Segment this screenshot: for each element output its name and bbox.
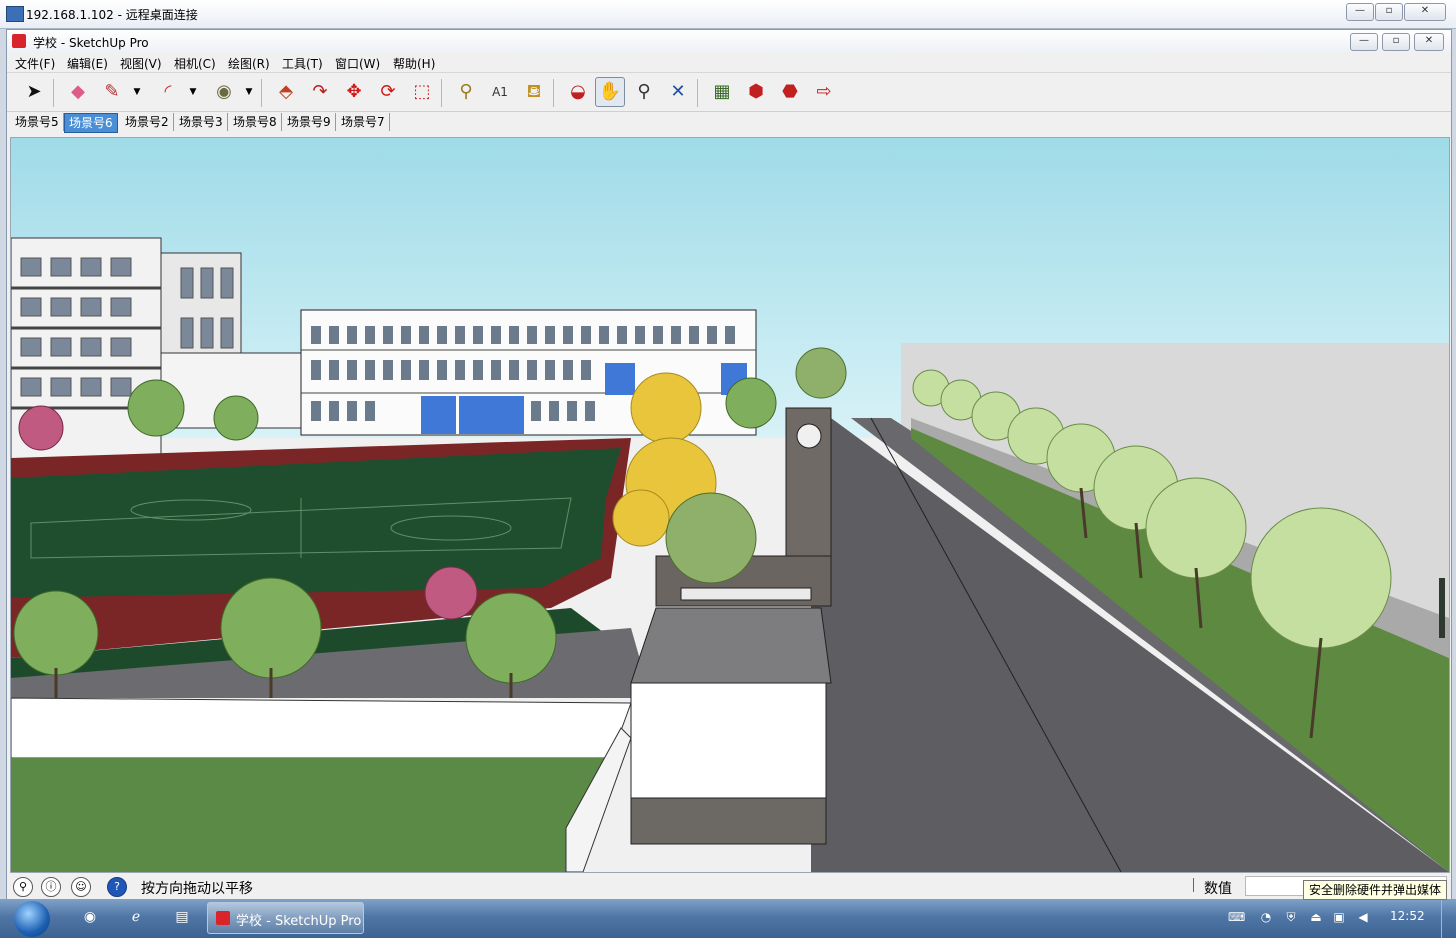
school-model-scene (11, 138, 1449, 872)
orbit-icon[interactable]: ◒ (563, 77, 593, 107)
measurements-label: 数值 (1204, 881, 1232, 897)
warehouse-icon[interactable]: ⬣ (775, 77, 805, 107)
menu-edit[interactable]: 编辑(E) (67, 55, 108, 72)
arc-dropdown-icon[interactable]: ▼ (187, 77, 199, 107)
pencil-dropdown-icon[interactable]: ▼ (131, 77, 143, 107)
scene-tabs: 场景号5 场景号6 场景号2 场景号3 场景号8 场景号9 场景号7 (7, 112, 1451, 134)
menu-view[interactable]: 视图(V) (120, 55, 162, 72)
arc-icon[interactable]: ◜ (153, 77, 183, 107)
tab-scene-7[interactable]: 场景号7 (337, 113, 390, 131)
zoom-extents-icon[interactable]: ✕ (663, 77, 693, 107)
protractor-icon[interactable]: ◉ (209, 77, 239, 107)
rdp-minimize-button[interactable]: — (1346, 3, 1374, 21)
rdp-window-icon (6, 6, 24, 22)
network-activity-icon[interactable]: ◔ (1258, 909, 1274, 925)
menu-bar: 文件(F) 编辑(E) 视图(V) 相机(C) 绘图(R) 工具(T) 窗口(W… (7, 52, 1451, 73)
select-arrow-icon[interactable]: ➤ (19, 77, 49, 107)
export-icon[interactable]: ⇨ (809, 77, 839, 107)
app-title: 学校 - SketchUp Pro (33, 36, 149, 50)
follow-me-icon[interactable]: ↷ (305, 77, 335, 107)
rdp-restore-button[interactable]: ▫ (1375, 3, 1403, 21)
tape-measure-icon[interactable]: ⚲ (451, 77, 481, 107)
taskbar-clock[interactable]: 12:52 (1390, 909, 1425, 923)
map-icon[interactable]: ▦ (707, 77, 737, 107)
show-desktop-button[interactable] (1441, 899, 1456, 938)
taskbar-sketchup-task[interactable]: 学校 - SketchUp Pro (207, 902, 364, 934)
security-shield-icon[interactable]: ⛨ (1283, 909, 1299, 925)
lawn-bottom (11, 758, 611, 872)
menu-camera[interactable]: 相机(C) (174, 55, 216, 72)
network-icon[interactable]: ▣ (1331, 909, 1347, 925)
app-restore-button[interactable]: ▫ (1382, 33, 1410, 51)
sketchup-window: 学校 - SketchUp Pro — ▫ ✕ 文件(F) 编辑(E) 视图(V… (6, 29, 1452, 901)
menu-file[interactable]: 文件(F) (15, 55, 55, 72)
paint-bucket-icon[interactable]: ⛾ (519, 77, 549, 107)
push-pull-icon[interactable]: ⬘ (271, 77, 301, 107)
menu-window[interactable]: 窗口(W) (335, 55, 380, 72)
app-minimize-button[interactable]: — (1350, 33, 1378, 51)
status-bar: ⚲ ⓘ ☺ ? 按方向拖动以平移 数值 (7, 873, 1451, 899)
main-toolbar: ➤ ◆ ✎ ▼ ◜ ▼ ◉ ▼ ⬘ ↷ ✥ ⟳ ⬚ ⚲ A1 ⛾ ◒ ✋ ⚲ ✕… (7, 73, 1451, 112)
taskbar-task-title: 学校 - SketchUp Pro (236, 914, 362, 929)
viewport-scroll-handle[interactable] (1439, 578, 1445, 638)
sketchup-task-icon (216, 911, 230, 925)
info-icon[interactable]: ⓘ (41, 877, 61, 897)
user-icon[interactable]: ☺ (71, 877, 91, 897)
menu-help[interactable]: 帮助(H) (393, 55, 435, 72)
pan-hand-icon[interactable]: ✋ (595, 77, 625, 107)
status-hint: 按方向拖动以平移 (141, 881, 253, 897)
rdp-close-button[interactable]: ✕ (1404, 3, 1446, 21)
text-icon[interactable]: A1 (485, 77, 515, 107)
model-viewport[interactable] (10, 137, 1450, 873)
start-button[interactable] (14, 901, 50, 937)
taskbar-folder-icon[interactable]: ▤ (172, 907, 192, 927)
tab-scene-5[interactable]: 场景号5 (11, 113, 64, 131)
clock-face-icon (796, 423, 822, 449)
tab-scene-2[interactable]: 场景号2 (121, 113, 174, 131)
retaining-wall (11, 697, 632, 759)
app-titlebar: 学校 - SketchUp Pro — ▫ ✕ (7, 30, 1451, 52)
windows-taskbar: ◉ ℯ ▤ 学校 - SketchUp Pro ⌨ ◔ ⛨ ⏏ ▣ ◀ 12:5… (0, 899, 1456, 938)
gate-roof (630, 607, 832, 684)
guard-house (630, 682, 827, 799)
tab-scene-3[interactable]: 场景号3 (175, 113, 228, 131)
geo-location-icon[interactable]: ⚲ (13, 877, 33, 897)
eraser-icon[interactable]: ◆ (63, 77, 93, 107)
protractor-dropdown-icon[interactable]: ▼ (243, 77, 255, 107)
rdp-title: 192.168.1.102 - 远程桌面连接 (26, 8, 198, 22)
tab-scene-6[interactable]: 场景号6 (64, 113, 118, 133)
keyboard-icon[interactable]: ⌨ (1228, 909, 1245, 925)
app-close-button[interactable]: ✕ (1414, 33, 1444, 51)
guard-house-base (630, 797, 827, 845)
safe-remove-hardware-icon[interactable]: ⏏ (1308, 909, 1324, 925)
scale-icon[interactable]: ⬚ (407, 77, 437, 107)
volume-icon[interactable]: ◀ (1355, 909, 1371, 925)
tab-scene-9[interactable]: 场景号9 (283, 113, 336, 131)
rotate-icon[interactable]: ⟳ (373, 77, 403, 107)
taskbar-explorer-pin-icon[interactable]: ◉ (80, 907, 100, 927)
move-icon[interactable]: ✥ (339, 77, 369, 107)
sketchup-logo-icon (12, 34, 26, 48)
menu-draw[interactable]: 绘图(R) (228, 55, 270, 72)
taskbar-ie-icon[interactable]: ℯ (126, 907, 146, 927)
rdp-titlebar: 192.168.1.102 - 远程桌面连接 — ▫ ✕ (0, 0, 1456, 29)
component-icon[interactable]: ⬢ (741, 77, 771, 107)
zoom-icon[interactable]: ⚲ (629, 77, 659, 107)
tab-scene-8[interactable]: 场景号8 (229, 113, 282, 131)
menu-tools[interactable]: 工具(T) (282, 55, 323, 72)
help-icon[interactable]: ? (107, 877, 127, 897)
pencil-icon[interactable]: ✎ (97, 77, 127, 107)
tray-tooltip: 安全删除硬件并弹出媒体 (1303, 880, 1448, 900)
